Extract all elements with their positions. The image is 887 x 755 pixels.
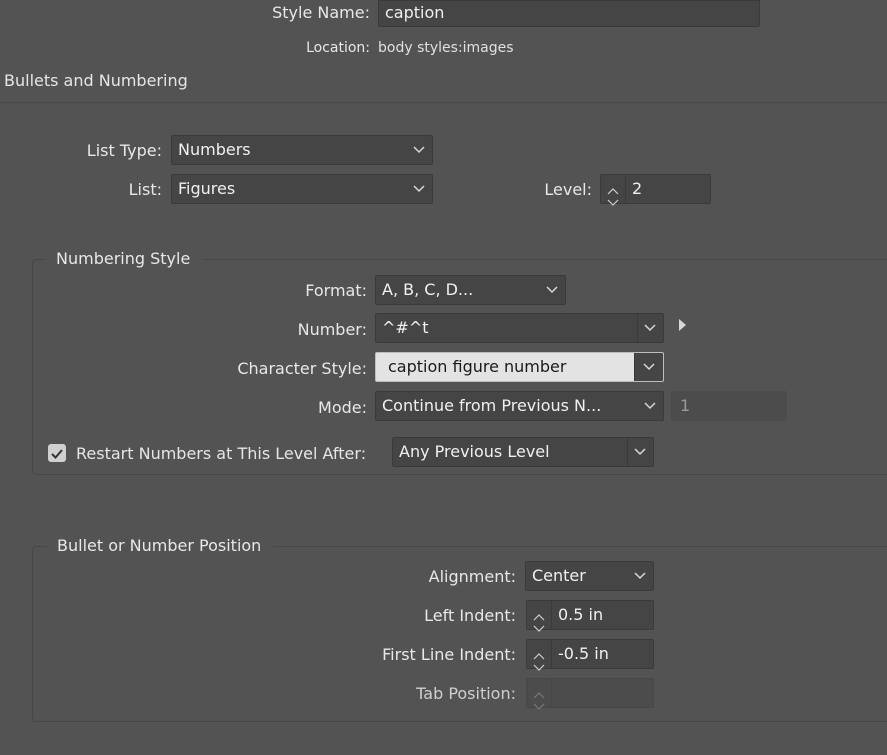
chevron-down-icon	[413, 185, 425, 193]
left-indent-value: 0.5 in	[558, 605, 604, 624]
alignment-value: Center	[532, 566, 586, 585]
number-value: ^#^t	[382, 318, 429, 337]
first-line-indent-input[interactable]: -0.5 in	[552, 639, 654, 669]
mode-start-input: 1	[671, 391, 787, 421]
first-line-indent-stepper[interactable]	[526, 639, 552, 671]
character-style-label: Character Style:	[237, 359, 367, 378]
style-name-input[interactable]: caption	[378, 0, 760, 27]
mode-start-value: 1	[680, 396, 691, 415]
format-dropdown[interactable]: A, B, C, D...	[375, 275, 566, 305]
chevron-down-icon	[634, 448, 646, 456]
chevron-up-icon[interactable]	[533, 645, 545, 660]
mode-dropdown[interactable]: Continue from Previous N...	[375, 391, 664, 421]
character-style-value: caption figure number	[388, 357, 567, 376]
list-value: Figures	[178, 179, 236, 198]
chevron-down-icon[interactable]	[533, 617, 545, 632]
chevron-down-icon	[634, 572, 646, 580]
left-indent-input[interactable]: 0.5 in	[552, 600, 654, 630]
chevron-up-icon	[533, 684, 545, 699]
chevron-down-icon[interactable]	[533, 656, 545, 671]
chevron-up-icon[interactable]	[607, 180, 619, 195]
list-type-value: Numbers	[178, 140, 251, 159]
level-value: 2	[632, 179, 643, 198]
triangle-right-icon[interactable]	[678, 316, 687, 335]
list-type-label: List Type:	[86, 141, 162, 160]
tab-position-label: Tab Position:	[416, 684, 516, 703]
chevron-down-icon	[644, 324, 656, 332]
chevron-down-icon	[413, 146, 425, 154]
format-label: Format:	[305, 281, 367, 300]
section-title: Bullets and Numbering	[4, 71, 188, 90]
level-label: Level:	[544, 180, 592, 199]
mode-value: Continue from Previous N...	[382, 396, 602, 415]
character-style-dropdown[interactable]: caption figure number	[375, 352, 664, 382]
chevron-down-icon	[533, 695, 545, 710]
number-label: Number:	[297, 320, 367, 339]
mode-label: Mode:	[318, 398, 367, 417]
restart-checkbox[interactable]	[48, 444, 66, 462]
first-line-indent-label: First Line Indent:	[382, 645, 516, 664]
chevron-up-icon[interactable]	[533, 606, 545, 621]
restart-label[interactable]: Restart Numbers at This Level After:	[76, 444, 366, 463]
alignment-label: Alignment:	[428, 567, 516, 586]
location-value: body styles:images	[378, 40, 514, 56]
level-input[interactable]: 2	[626, 174, 711, 204]
position-title: Bullet or Number Position	[47, 536, 274, 555]
section-divider	[0, 102, 887, 103]
number-combo[interactable]: ^#^t	[375, 313, 664, 343]
numbering-style-title: Numbering Style	[46, 249, 203, 268]
location-label: Location:	[306, 40, 370, 56]
chevron-down-icon	[546, 286, 558, 294]
list-dropdown[interactable]: Figures	[171, 174, 433, 204]
level-stepper[interactable]	[600, 174, 626, 206]
style-name-value: caption	[385, 3, 445, 22]
chevron-down-icon	[643, 363, 655, 371]
chevron-down-icon	[644, 402, 656, 410]
tab-position-input	[552, 678, 654, 708]
restart-value: Any Previous Level	[399, 442, 550, 461]
left-indent-stepper[interactable]	[526, 600, 552, 632]
format-value: A, B, C, D...	[382, 280, 474, 299]
restart-dropdown[interactable]: Any Previous Level	[392, 437, 654, 467]
left-indent-label: Left Indent:	[424, 606, 516, 625]
checkmark-icon	[50, 446, 64, 465]
list-type-dropdown[interactable]: Numbers	[171, 135, 433, 165]
chevron-down-icon[interactable]	[607, 191, 619, 206]
list-label: List:	[128, 180, 162, 199]
first-line-indent-value: -0.5 in	[558, 644, 609, 663]
tab-position-stepper	[526, 678, 552, 710]
alignment-dropdown[interactable]: Center	[525, 561, 654, 591]
style-name-label: Style Name:	[272, 3, 370, 22]
